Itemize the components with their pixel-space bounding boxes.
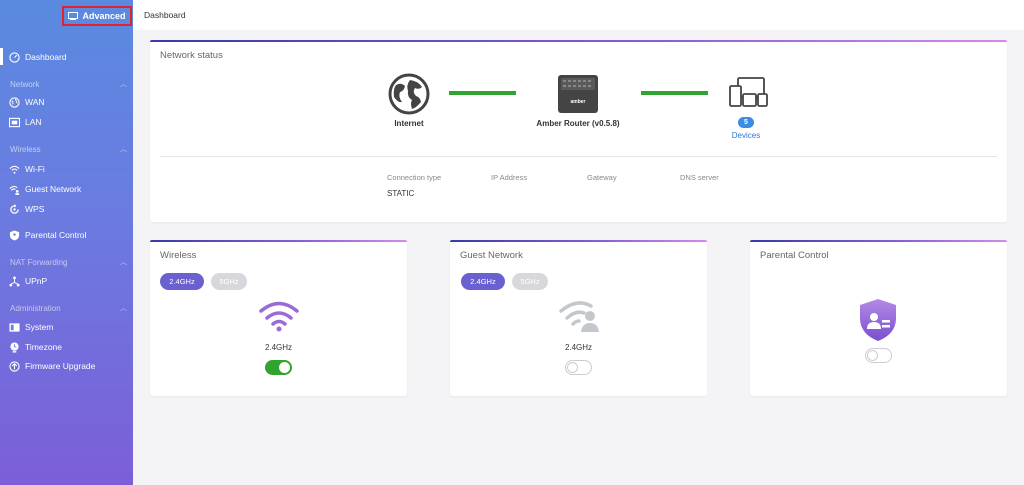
advanced-button[interactable]: Advanced xyxy=(62,6,132,26)
sidebar-item-label: Timezone xyxy=(25,342,63,352)
guest-network-toggle[interactable] xyxy=(565,360,592,375)
timezone-icon xyxy=(10,341,19,353)
card-accent xyxy=(150,240,407,242)
guest-wifi-icon xyxy=(559,301,599,332)
card-title: Wireless xyxy=(160,250,197,261)
globe-icon xyxy=(9,96,20,108)
nav-group-wireless[interactable]: Wireless ︿ xyxy=(10,143,127,155)
sidebar: Advanced Dashboard Network ︿ WAN LAN Wir… xyxy=(0,0,133,485)
sidebar-item-label: Guest Network xyxy=(25,184,82,194)
sidebar-item-label: Dashboard xyxy=(25,52,67,62)
sidebar-item-label: UPnP xyxy=(25,276,48,286)
sidebar-item-upnp[interactable]: UPnP xyxy=(9,274,47,288)
wireless-toggle[interactable] xyxy=(265,360,292,375)
wireless-card: Wireless 2.4GHz 5GHz 2.4GHz xyxy=(150,240,407,396)
wps-icon xyxy=(10,203,19,214)
nav-group-label: NAT Forwarding xyxy=(10,257,68,267)
band-24ghz-tab[interactable]: 2.4GHz xyxy=(160,273,204,290)
sidebar-item-timezone[interactable]: Timezone xyxy=(9,340,62,354)
card-accent xyxy=(150,40,1007,42)
system-icon xyxy=(9,322,20,332)
network-status-card: Network status Internet amber Amber Rout… xyxy=(150,40,1007,222)
sidebar-item-label: LAN xyxy=(25,117,42,127)
sidebar-item-wifi[interactable]: Wi-Fi xyxy=(9,162,45,176)
gateway-label: Gateway xyxy=(587,173,617,182)
monitor-icon xyxy=(68,12,79,20)
divider xyxy=(160,156,997,157)
ip-address-label: IP Address xyxy=(491,173,528,182)
sidebar-item-dashboard[interactable]: Dashboard xyxy=(9,50,67,64)
sidebar-item-firmware-upgrade[interactable]: Firmware Upgrade xyxy=(9,359,95,373)
top-bar: Dashboard xyxy=(133,0,1024,30)
chevron-up-icon: ︿ xyxy=(120,81,127,88)
chevron-up-icon: ︿ xyxy=(120,146,127,153)
sidebar-item-label: Parental Control xyxy=(25,230,87,240)
parental-shield-icon xyxy=(860,299,896,341)
router-label: Amber Router (v0.5.8) xyxy=(536,119,620,128)
lan-icon xyxy=(9,117,20,127)
sidebar-item-lan[interactable]: LAN xyxy=(9,115,42,129)
active-indicator xyxy=(0,48,3,65)
connection-type-value: STATIC xyxy=(387,189,415,198)
card-accent xyxy=(450,240,707,242)
sidebar-item-label: WAN xyxy=(25,97,45,107)
selected-band-label: 2.4GHz xyxy=(264,343,293,352)
upnp-icon xyxy=(9,275,20,287)
internet-globe-icon[interactable] xyxy=(388,73,430,115)
devices-icon[interactable] xyxy=(729,76,769,108)
sidebar-item-parental-control[interactable]: Parental Control xyxy=(9,228,86,242)
toggle-knob xyxy=(279,362,290,373)
chevron-up-icon: ︿ xyxy=(120,259,127,266)
sidebar-item-wan[interactable]: WAN xyxy=(9,95,45,109)
advanced-label: Advanced xyxy=(82,11,126,21)
firmware-upgrade-icon xyxy=(9,360,20,372)
sidebar-item-label: WPS xyxy=(25,204,45,214)
router-icon[interactable]: amber xyxy=(557,73,599,115)
breadcrumb: Dashboard xyxy=(144,10,186,20)
band-5ghz-tab[interactable]: 5GHz xyxy=(211,273,247,290)
internet-link-line xyxy=(449,91,516,95)
guest-network-card: Guest Network 2.4GHz 5GHz 2.4GHz xyxy=(450,240,707,396)
sidebar-item-guest-network[interactable]: Guest Network xyxy=(9,182,81,196)
sidebar-item-wps[interactable]: WPS xyxy=(9,202,44,216)
band-24ghz-tab[interactable]: 2.4GHz xyxy=(461,273,505,290)
connection-type-label: Connection type xyxy=(387,173,442,182)
dns-server-label: DNS server xyxy=(680,173,719,182)
internet-label: Internet xyxy=(394,119,424,128)
nav-group-label: Administration xyxy=(10,303,61,313)
guest-wifi-icon xyxy=(9,185,20,195)
sidebar-item-label: Wi-Fi xyxy=(25,164,45,174)
dashboard-icon xyxy=(9,51,20,63)
parental-control-toggle[interactable] xyxy=(865,348,892,363)
card-accent xyxy=(750,240,1007,242)
sidebar-item-system[interactable]: System xyxy=(9,320,53,334)
sidebar-item-label: System xyxy=(25,322,54,332)
band-5ghz-tab[interactable]: 5GHz xyxy=(512,273,548,290)
nav-group-administration[interactable]: Administration ︿ xyxy=(10,302,127,314)
nav-group-label: Wireless xyxy=(10,144,41,154)
nav-group-nat-forwarding[interactable]: NAT Forwarding ︿ xyxy=(10,256,127,268)
parental-control-card: Parental Control xyxy=(750,240,1007,396)
shield-icon xyxy=(9,229,20,241)
wifi-icon xyxy=(9,165,20,174)
sidebar-item-label: Firmware Upgrade xyxy=(25,361,96,371)
chevron-up-icon: ︿ xyxy=(120,305,127,312)
card-title: Parental Control xyxy=(760,250,829,261)
devices-link-line xyxy=(641,91,708,95)
router-brand-text: amber xyxy=(570,99,585,105)
wifi-icon xyxy=(259,301,299,332)
toggle-knob xyxy=(867,350,878,361)
devices-link[interactable]: Devices xyxy=(726,131,766,140)
nav-group-network[interactable]: Network ︿ xyxy=(10,78,127,90)
card-title: Network status xyxy=(160,50,223,61)
devices-count-badge[interactable]: 5 xyxy=(738,117,754,128)
selected-band-label: 2.4GHz xyxy=(564,343,593,352)
card-title: Guest Network xyxy=(460,250,523,261)
nav-group-label: Network xyxy=(10,79,40,89)
toggle-knob xyxy=(567,362,578,373)
